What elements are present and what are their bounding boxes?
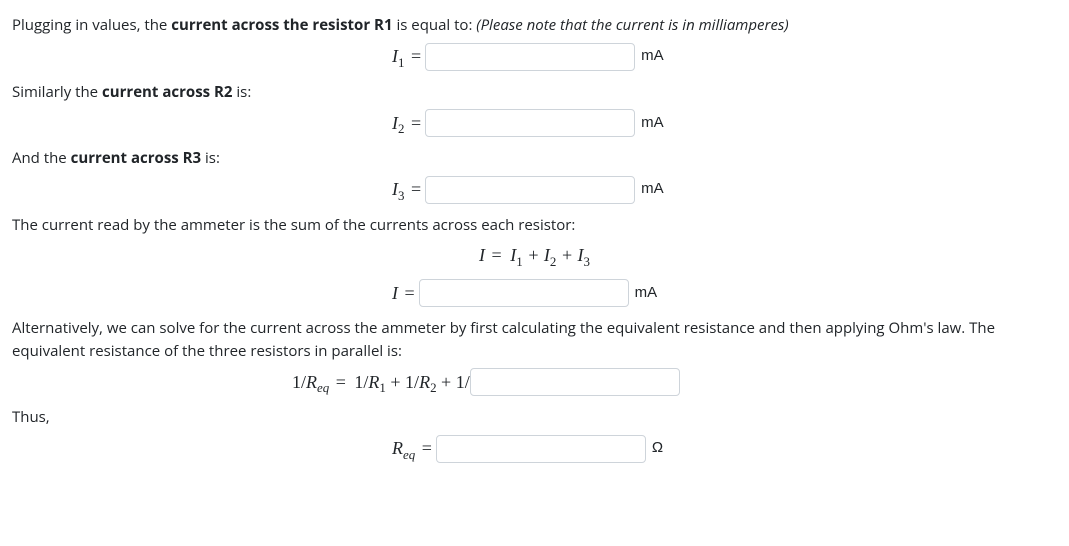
equals-sign: = xyxy=(411,179,421,199)
var: R xyxy=(392,438,403,458)
equals-sign: = xyxy=(405,283,415,303)
prompt-i2: Similarly the current across R2 is: xyxy=(12,81,1057,104)
prompt-req: Alternatively, we can solve for the curr… xyxy=(12,317,1057,362)
prompt-sum: The current read by the ammeter is the s… xyxy=(12,214,1057,237)
row-i1: I1 = mA xyxy=(12,43,1057,71)
var: I xyxy=(392,283,398,303)
prompt-i1: Plugging in values, the current across t… xyxy=(12,14,1057,37)
row-req-frac: 1/Req = 1/R1 + 1/R2 + 1/ xyxy=(12,368,1057,396)
subscript: 2 xyxy=(398,121,404,136)
row-itotal: I = mA xyxy=(12,279,1057,307)
text: And the xyxy=(12,148,71,168)
input-itotal[interactable] xyxy=(419,279,629,307)
equals-sign: = xyxy=(422,438,432,458)
unit-i2: mA xyxy=(641,112,664,135)
label-req: Req = xyxy=(392,435,436,462)
unit-req: Ω xyxy=(652,437,663,460)
label-i1: I1 = xyxy=(392,43,425,70)
text: Plugging in values, the xyxy=(12,15,171,35)
text: is equal to: xyxy=(396,15,476,35)
input-i3[interactable] xyxy=(425,176,635,204)
input-r3-term[interactable] xyxy=(470,368,680,396)
row-i2: I2 = mA xyxy=(12,109,1057,137)
label-itotal: I = xyxy=(392,280,419,307)
prompt-thus: Thus, xyxy=(12,406,1057,429)
subscript: eq xyxy=(403,447,415,462)
bold-text: current across the resistor R1 xyxy=(171,15,392,35)
input-i2[interactable] xyxy=(425,109,635,137)
label-i3: I3 = xyxy=(392,176,425,203)
equals-sign: = xyxy=(411,113,421,133)
row-sum-eq: I = I1 + I2 + I3 xyxy=(12,242,1057,269)
note-text: (Please note that the current is in mill… xyxy=(476,15,788,35)
text: is: xyxy=(205,148,220,168)
label-i2: I2 = xyxy=(392,110,425,137)
input-req[interactable] xyxy=(436,435,646,463)
equals-sign: = xyxy=(411,46,421,66)
text: is: xyxy=(236,82,251,102)
unit-i3: mA xyxy=(641,178,664,201)
input-i1[interactable] xyxy=(425,43,635,71)
unit-i1: mA xyxy=(641,45,664,68)
unit-itotal: mA xyxy=(635,282,658,305)
subscript: 1 xyxy=(398,55,404,70)
text: Similarly the xyxy=(12,82,102,102)
row-i3: I3 = mA xyxy=(12,176,1057,204)
bold-text: current across R2 xyxy=(102,82,232,102)
bold-text: current across R3 xyxy=(71,148,201,168)
prompt-i3: And the current across R3 is: xyxy=(12,147,1057,170)
sum-equation: I = I1 + I2 + I3 xyxy=(479,242,590,269)
row-req-value: Req = Ω xyxy=(12,435,1057,463)
req-fraction-equation: 1/Req = 1/R1 + 1/R2 + 1/ xyxy=(292,369,470,396)
subscript: 3 xyxy=(398,188,404,203)
